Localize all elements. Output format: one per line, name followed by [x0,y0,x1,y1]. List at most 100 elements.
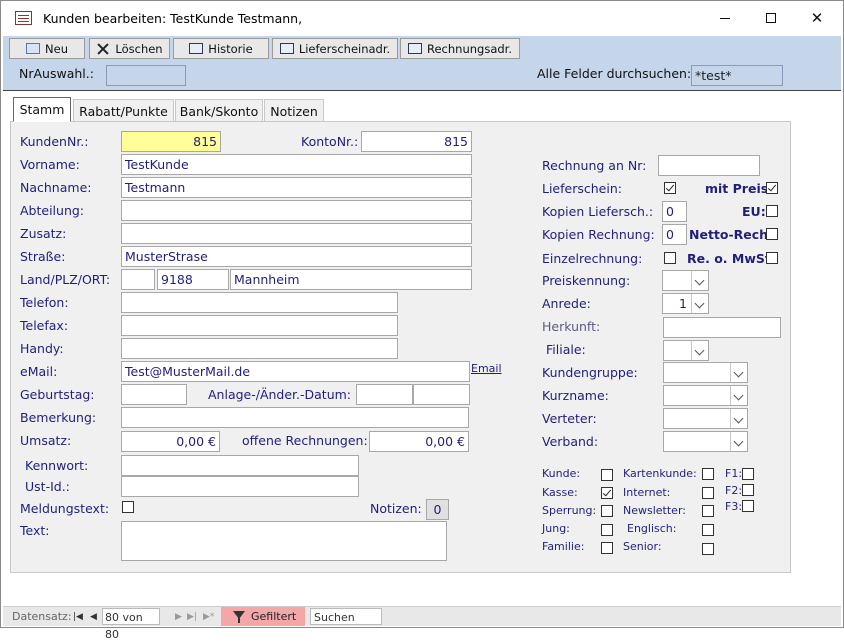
abteilung-field[interactable] [121,200,472,221]
plz-field[interactable]: 9188 [157,269,229,290]
bemerkung-field[interactable] [121,407,469,428]
einzelrechnung-checkbox[interactable] [664,252,676,264]
last-record-icon[interactable]: ▶| [187,612,197,622]
new-record-nav-icon[interactable]: ▶* [203,612,214,622]
sperrung-checkbox[interactable] [601,505,613,517]
nr-auswahl-input[interactable] [106,65,186,86]
filter-toggle-button[interactable]: Gefiltert [221,607,305,626]
re-o-mwst-checkbox[interactable] [766,252,778,264]
verteter-combo[interactable] [663,408,748,429]
kasse-label: Kasse: [542,486,578,499]
tab-rabatt-punkte[interactable]: Rabatt/Punkte [73,99,174,123]
new-button[interactable]: Neu [9,38,85,59]
chevron-down-icon[interactable] [730,363,747,382]
filiale-combo[interactable] [663,340,709,361]
umsatz-label: Umsatz: [20,433,72,448]
internet-checkbox[interactable] [702,487,714,499]
kundengruppe-label: Kundengruppe: [542,365,638,380]
lieferschein-checkbox[interactable] [664,182,676,194]
search-all-label: Alle Felder durchsuchen: [537,66,692,81]
invoice-address-button-label: Rechnungsadr. [427,41,512,56]
preiskennung-combo[interactable] [662,270,709,291]
anlage-datum-field[interactable] [356,384,413,405]
telefon-field[interactable] [121,292,398,313]
search-box[interactable]: Suchen [310,608,382,625]
ort-field[interactable]: Mannheim [230,269,472,290]
kartenkunde-checkbox[interactable] [702,468,714,480]
chevron-down-icon[interactable] [691,271,708,290]
chevron-down-icon[interactable] [730,432,747,451]
first-record-icon[interactable]: |◀ [73,612,83,622]
record-position-input[interactable]: 80 von 80 [102,608,160,641]
familie-checkbox[interactable] [601,542,613,554]
tab-stamm[interactable]: Stamm [13,97,71,122]
filiale-label: Filiale: [546,342,586,357]
chevron-down-icon[interactable] [691,341,708,360]
f2-checkbox[interactable] [742,484,754,496]
strasse-field[interactable]: MusterStrase [121,246,472,267]
email-link[interactable]: Email [471,362,502,375]
chevron-down-icon[interactable] [730,386,747,405]
kurzname-label: Kurzname: [542,388,609,403]
telefax-label: Telefax: [20,318,69,333]
kennwort-field[interactable] [121,455,359,476]
delete-button[interactable]: Löschen [89,38,170,59]
sperrung-label: Sperrung: [542,504,597,517]
newsletter-label: Newsletter: [623,504,686,517]
rechnung-an-field[interactable] [658,155,760,176]
kunde-checkbox[interactable] [601,469,613,481]
anrede-combo[interactable]: 1 [662,293,709,314]
kurzname-combo[interactable] [663,385,748,406]
kundennr-field[interactable]: 815 [121,131,221,152]
kopien-rechnung-field[interactable]: 0 [662,224,687,245]
tab-notizen[interactable]: Notizen [264,99,324,123]
zusatz-field[interactable] [121,223,472,244]
geburtstag-field[interactable] [121,384,187,405]
ust-id-field[interactable] [121,476,359,497]
offene-rechnungen-label: offene Rechnungen: [242,433,368,448]
previous-record-icon[interactable]: ◀ [90,612,97,622]
verband-combo[interactable] [663,431,748,452]
tab-bank-skonto[interactable]: Bank/Skonto [175,99,263,123]
invoice-address-button[interactable]: Rechnungsadr. [400,38,520,59]
f3-checkbox[interactable] [742,500,754,512]
next-record-icon[interactable]: ▶ [175,612,182,622]
maximize-button[interactable] [748,1,794,35]
eu-checkbox[interactable] [766,205,778,217]
f1-checkbox[interactable] [742,468,754,480]
familie-label: Familie: [542,540,585,553]
land-field[interactable] [121,269,155,290]
kopien-lieferschein-field[interactable]: 0 [662,201,687,222]
kopien-lieferschein-label: Kopien Liefersch.: [542,204,654,219]
offene-rechnungen-field[interactable]: 0,00 € [369,431,469,452]
chevron-down-icon[interactable] [691,294,708,313]
chevron-down-icon[interactable] [730,409,747,428]
text-field[interactable] [121,521,447,561]
close-button[interactable]: ✕ [794,1,840,35]
mit-preis-checkbox[interactable] [766,182,778,194]
delivery-address-button[interactable]: Lieferscheinadr. [272,38,398,59]
telefax-field[interactable] [121,315,398,336]
aender-datum-field[interactable] [413,384,470,405]
netto-rech-checkbox[interactable] [766,228,778,240]
close-icon: ✕ [810,9,824,27]
minimize-button[interactable] [702,1,748,35]
umsatz-field[interactable]: 0,00 € [121,431,220,452]
newsletter-checkbox[interactable] [702,505,714,517]
nachname-field[interactable]: Testmann [121,177,472,198]
kundengruppe-combo[interactable] [663,362,748,383]
email-field[interactable]: Test@MusterMail.de [121,361,470,382]
jung-checkbox[interactable] [601,524,613,536]
senior-checkbox[interactable] [702,543,714,555]
history-button[interactable]: Historie [173,38,269,59]
englisch-checkbox[interactable] [702,524,714,536]
rechnung-an-label: Rechnung an Nr: [542,158,647,173]
meldungstext-checkbox[interactable] [122,501,134,513]
f1-label: F1: [725,467,743,480]
vorname-field[interactable]: TestKunde [121,154,472,175]
herkunft-field[interactable] [663,317,781,338]
search-all-input[interactable]: *test* [691,65,783,86]
handy-field[interactable] [121,338,398,359]
kontonr-field[interactable]: 815 [361,131,472,152]
kasse-checkbox[interactable] [601,487,613,499]
